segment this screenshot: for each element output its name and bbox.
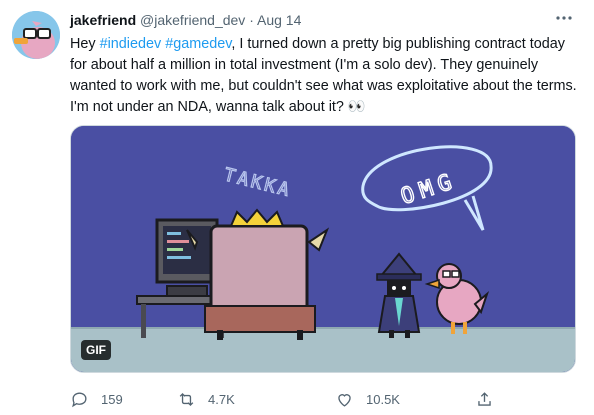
gif-scene-illustration: TAKKA OMG <box>71 126 575 372</box>
more-horizontal-icon <box>556 16 572 20</box>
tweet[interactable]: jakefriend @jakefriend_dev · Aug 14 Hey … <box>0 0 594 415</box>
like-count: 10.5K <box>366 391 400 407</box>
share-button[interactable] <box>475 388 494 410</box>
gif-badge[interactable]: GIF <box>81 340 111 360</box>
avatar[interactable] <box>12 11 60 59</box>
more-options-button[interactable] <box>554 8 574 28</box>
separator-dot: · <box>249 12 254 28</box>
display-name[interactable]: jakefriend <box>70 12 136 28</box>
retweet-count: 4.7K <box>208 391 235 407</box>
hashtag-gamedev[interactable]: #gamedev <box>165 36 231 52</box>
tweet-actions: 159 4.7K 10.5K <box>70 388 530 410</box>
duck-avatar-icon <box>12 11 60 59</box>
reply-count: 159 <box>101 391 123 407</box>
media-gif[interactable]: TAKKA OMG GIF <box>70 125 576 373</box>
retweet-icon <box>179 392 194 406</box>
reply-icon <box>72 391 87 407</box>
tweet-text: Hey #indiedev #gamedev, I turned down a … <box>70 34 580 118</box>
hashtag-indiedev[interactable]: #indiedev <box>100 36 162 52</box>
heart-icon <box>338 393 351 407</box>
share-icon <box>478 391 491 406</box>
tweet-text-lead: Hey <box>70 36 100 52</box>
tweet-date[interactable]: Aug 14 <box>257 12 301 28</box>
like-button[interactable]: 10.5K <box>335 388 400 410</box>
retweet-button[interactable]: 4.7K <box>177 388 235 410</box>
tweet-header: jakefriend @jakefriend_dev · Aug 14 <box>70 10 574 30</box>
user-handle[interactable]: @jakefriend_dev <box>140 12 245 28</box>
reply-button[interactable]: 159 <box>70 388 123 410</box>
